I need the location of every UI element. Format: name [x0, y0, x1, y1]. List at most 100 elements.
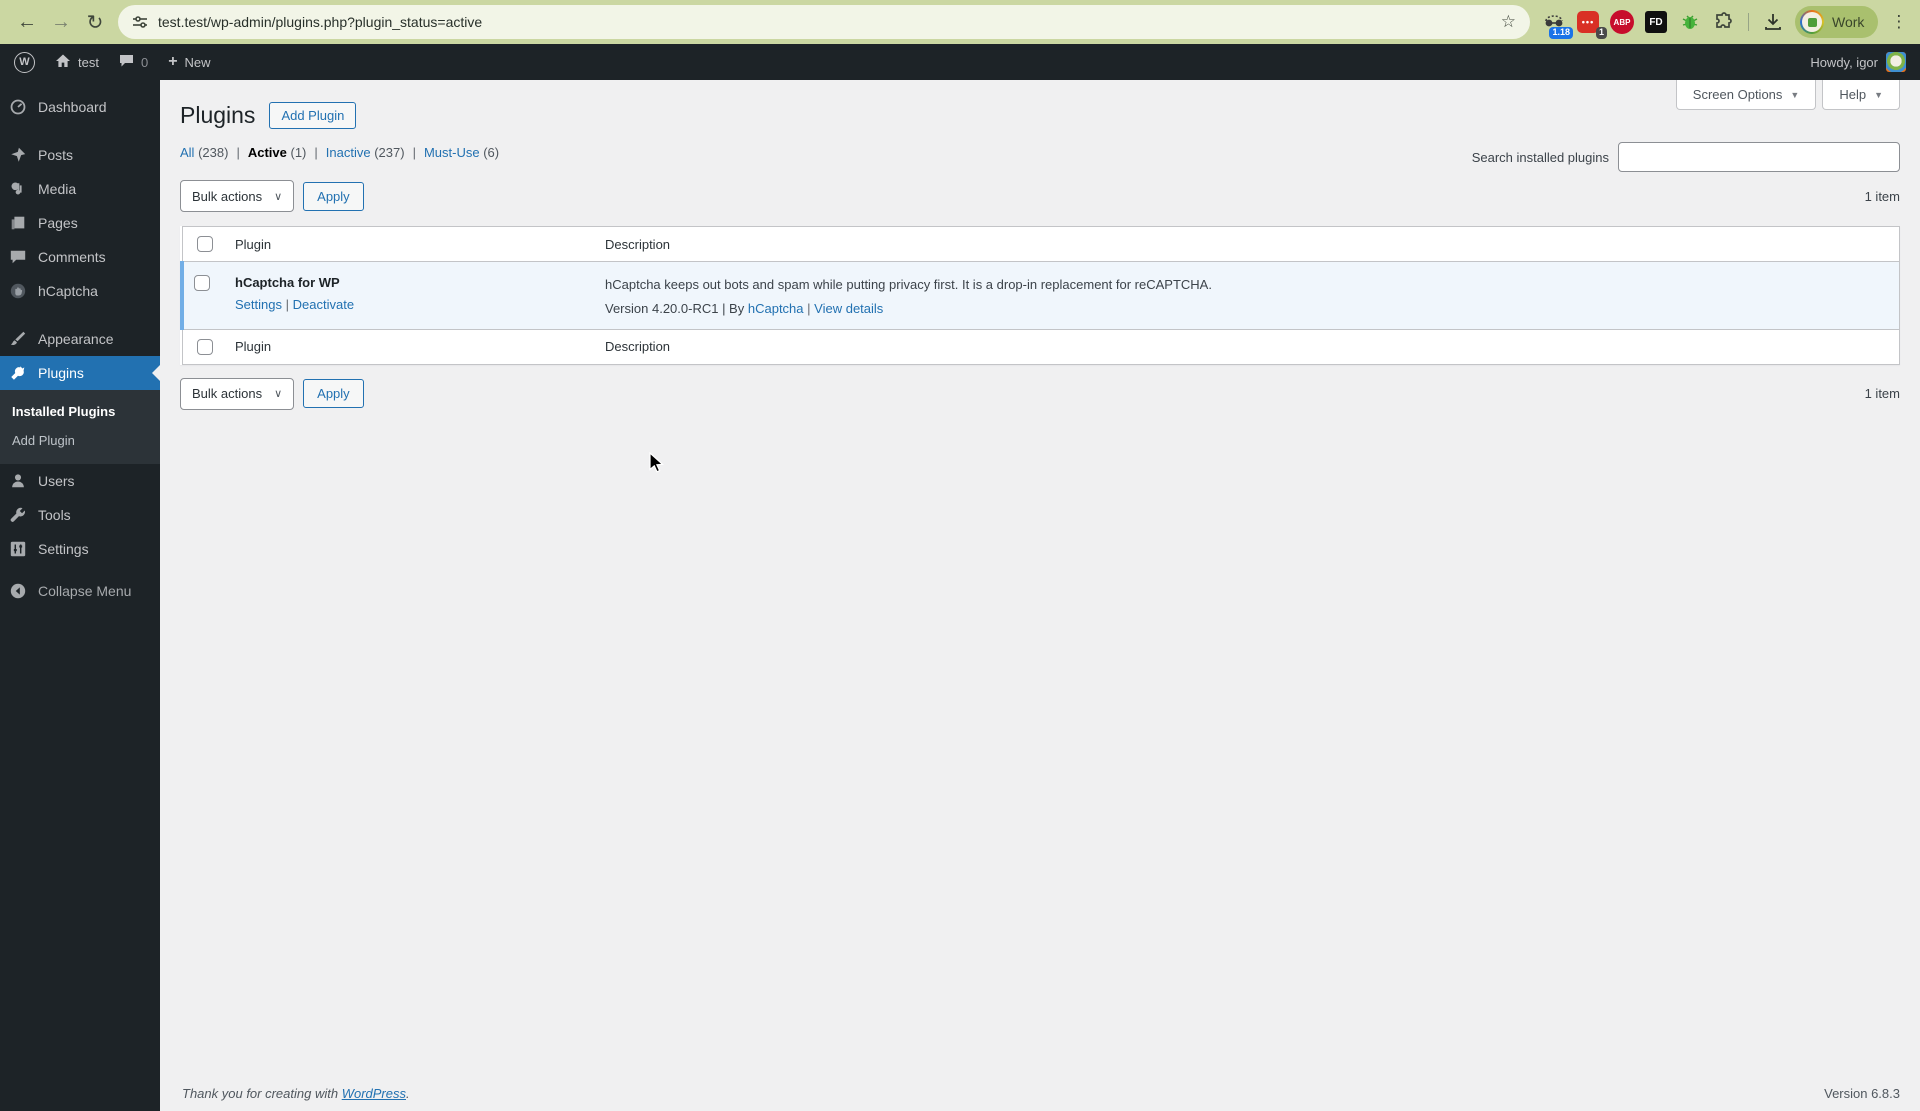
separator: | [286, 297, 289, 312]
plugin-description: hCaptcha keeps out bots and spam while p… [605, 275, 1889, 295]
extension-badge: 1 [1596, 27, 1607, 39]
reader-extension-icon[interactable]: 1.18 [1542, 10, 1566, 34]
select-all-checkbox[interactable] [197, 236, 213, 252]
howdy-text: Howdy, igor [1810, 55, 1878, 70]
collapse-arrow-icon [8, 581, 28, 601]
submenu-installed-plugins[interactable]: Installed Plugins [0, 397, 160, 426]
comments-count: 0 [141, 55, 148, 70]
apply-button[interactable]: Apply [303, 379, 364, 408]
sidebar-item-appearance[interactable]: Appearance [0, 322, 160, 356]
plugin-meta: Version 4.20.0-RC1 | By hCaptcha | View … [605, 301, 1889, 316]
brush-icon [8, 329, 28, 349]
author-link[interactable]: hCaptcha [748, 301, 804, 316]
site-name-label: test [78, 55, 99, 70]
search-label: Search installed plugins [1472, 150, 1609, 165]
address-bar[interactable]: test.test/wp-admin/plugins.php?plugin_st… [118, 5, 1530, 39]
password-extension-icon[interactable]: ••• 1 [1576, 10, 1600, 34]
help-button[interactable]: Help ▼ [1822, 80, 1900, 110]
filter-count: (237) [374, 145, 404, 160]
sidebar-label: Appearance [38, 331, 114, 347]
extensions-puzzle-icon[interactable] [1712, 10, 1736, 34]
caret-down-icon: ▼ [1790, 90, 1799, 100]
add-plugin-button[interactable]: Add Plugin [269, 102, 356, 129]
browser-menu-icon[interactable]: ⋮ [1890, 12, 1907, 32]
sidebar-item-media[interactable]: Media [0, 172, 160, 206]
wrench-icon [8, 505, 28, 525]
table-row: hCaptcha for WP Settings | Deactivate hC… [182, 262, 1900, 330]
item-count: 1 item [1865, 386, 1900, 401]
sidebar-item-users[interactable]: Users [0, 464, 160, 498]
column-header-plugin[interactable]: Plugin [225, 227, 595, 262]
select-all-checkbox[interactable] [197, 339, 213, 355]
tablenav-top: Bulk actions ∨ Apply 1 item [180, 180, 1900, 212]
page-title: Plugins [180, 102, 255, 129]
url-text[interactable]: test.test/wp-admin/plugins.php?plugin_st… [158, 14, 1491, 30]
wp-logo-menu[interactable]: W [14, 52, 35, 73]
bulk-actions-select[interactable]: Bulk actions ∨ [180, 378, 294, 410]
plugins-submenu: Installed Plugins Add Plugin [0, 390, 160, 464]
footer-version: Version 6.8.3 [1824, 1086, 1900, 1101]
sidebar-item-settings[interactable]: Settings [0, 532, 160, 566]
sidebar-item-comments[interactable]: Comments [0, 240, 160, 274]
new-content-menu[interactable]: + New [168, 53, 210, 71]
sidebar-label: Settings [38, 541, 89, 557]
filter-active[interactable]: Active [248, 145, 287, 160]
deactivate-link[interactable]: Deactivate [293, 297, 354, 312]
browser-reload-button[interactable]: ↻ [78, 5, 112, 39]
media-icon [8, 179, 28, 199]
filter-must-use[interactable]: Must-Use [424, 145, 480, 160]
browser-profile-chip[interactable]: Work [1795, 6, 1878, 38]
column-footer-description: Description [595, 329, 1900, 364]
search-input[interactable] [1618, 142, 1900, 172]
wp-admin-bar: W test 0 + New Howdy, igor [0, 44, 1920, 80]
sidebar-item-dashboard[interactable]: Dashboard [0, 90, 160, 124]
bulk-actions-select[interactable]: Bulk actions ∨ [180, 180, 294, 212]
caret-down-icon: ▼ [1874, 90, 1883, 100]
chevron-down-icon: ∨ [274, 387, 282, 400]
browser-forward-button[interactable]: → [44, 5, 78, 39]
filter-count: (1) [290, 145, 306, 160]
sidebar-item-tools[interactable]: Tools [0, 498, 160, 532]
extension-badge: 1.18 [1549, 27, 1573, 39]
screen-options-button[interactable]: Screen Options ▼ [1676, 80, 1817, 110]
sidebar-item-pages[interactable]: Pages [0, 206, 160, 240]
profile-avatar [1800, 10, 1824, 34]
filter-all[interactable]: All [180, 145, 194, 160]
browser-back-button[interactable]: ← [10, 5, 44, 39]
submenu-add-plugin[interactable]: Add Plugin [0, 426, 160, 455]
sidebar-label: Pages [38, 215, 78, 231]
account-menu[interactable]: Howdy, igor [1810, 52, 1906, 72]
site-name-link[interactable]: test [55, 53, 99, 71]
view-details-link[interactable]: View details [814, 301, 883, 316]
wordpress-link[interactable]: WordPress [342, 1086, 406, 1101]
comments-indicator[interactable]: 0 [119, 54, 148, 71]
comment-bubble-icon [119, 54, 134, 71]
separator: | [413, 145, 416, 160]
filter-inactive[interactable]: Inactive [326, 145, 371, 160]
bug-extension-icon[interactable] [1678, 10, 1702, 34]
sidebar-label: Plugins [38, 365, 84, 381]
column-footer-plugin[interactable]: Plugin [225, 329, 595, 364]
sidebar-label: Collapse Menu [38, 583, 131, 599]
apply-button[interactable]: Apply [303, 182, 364, 211]
collapse-menu-button[interactable]: Collapse Menu [0, 574, 160, 608]
comments-icon [8, 247, 28, 267]
sidebar-item-hcaptcha[interactable]: hCaptcha [0, 274, 160, 308]
period: . [406, 1086, 410, 1101]
thanks-text: Thank you for creating with [182, 1086, 338, 1101]
adblock-plus-icon[interactable]: ABP [1610, 10, 1634, 34]
sidebar-label: Media [38, 181, 76, 197]
item-count: 1 item [1865, 189, 1900, 204]
separator: | [314, 145, 317, 160]
fake-data-extension-icon[interactable]: FD [1644, 10, 1668, 34]
row-checkbox[interactable] [194, 275, 210, 291]
sidebar-item-plugins[interactable]: Plugins [0, 356, 160, 390]
sidebar-item-posts[interactable]: Posts [0, 138, 160, 172]
site-settings-icon[interactable] [132, 14, 148, 30]
bookmark-star-icon[interactable]: ☆ [1501, 12, 1516, 32]
help-label: Help [1839, 87, 1866, 102]
settings-link[interactable]: Settings [235, 297, 282, 312]
sidebar-label: Users [38, 473, 75, 489]
downloads-icon[interactable] [1761, 10, 1785, 34]
profile-name: Work [1832, 14, 1864, 30]
